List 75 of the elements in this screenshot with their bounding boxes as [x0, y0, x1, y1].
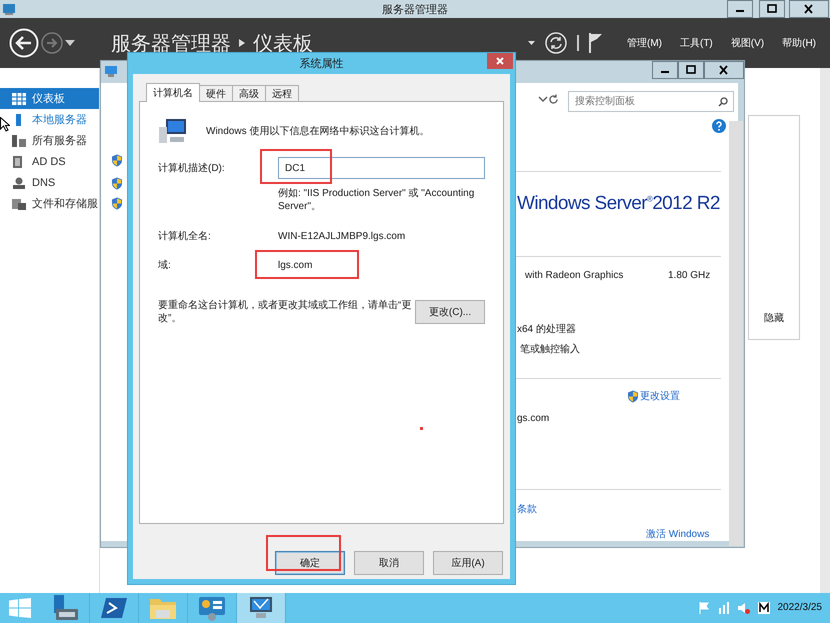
maximize-icon[interactable]	[756, 0, 788, 18]
servers-icon	[12, 134, 26, 146]
breadcrumb-item[interactable]: 服务器管理器	[111, 30, 231, 56]
window-title: 服务器管理器	[381, 2, 449, 16]
shield-icon	[111, 197, 123, 210]
example-text: 例如: "IIS Production Server" 或 "Accounting Server"。	[278, 187, 476, 213]
sidebar-item[interactable]: DNS	[0, 172, 99, 193]
system-icon	[104, 65, 118, 78]
app-icon	[2, 2, 16, 16]
rename-text: 要重命名这台计算机，或者更改其域或工作组，请单击“更改”。	[158, 299, 412, 325]
menu-item[interactable]: 帮助(H)	[782, 36, 816, 50]
intro-text: Windows 使用以下信息在网络中标识这台计算机。	[206, 124, 430, 138]
dialog-button[interactable]: 应用(A)	[433, 551, 503, 575]
minimize-icon[interactable]	[724, 0, 756, 18]
dns-icon	[12, 176, 26, 188]
pen-text: 笔或触控输入	[520, 342, 580, 356]
caret-icon[interactable]	[65, 40, 75, 46]
flag-icon[interactable]	[588, 33, 603, 53]
speed-text: 1.80 GHz	[668, 270, 710, 281]
powershell-icon[interactable]	[99, 595, 129, 621]
dropdown-icon[interactable]	[538, 96, 548, 103]
menu-item[interactable]: 管理(M)	[626, 36, 662, 50]
help-icon[interactable]	[712, 119, 726, 133]
search-icon[interactable]	[718, 97, 728, 107]
sidebar-item[interactable]: 文件和存储服	[0, 193, 99, 214]
caret-icon[interactable]	[528, 41, 535, 45]
separator-icon	[239, 39, 245, 47]
hide-link[interactable]: 隐藏	[764, 311, 784, 325]
activate-link[interactable]: 激活 Windows	[646, 527, 710, 541]
clock-date[interactable]: 2022/3/25	[778, 602, 822, 612]
domain-text: gs.com	[517, 413, 550, 424]
menu-item[interactable]: 视图(V)	[730, 36, 764, 50]
sidebar-item[interactable]: 仪表板	[0, 88, 99, 109]
sidebar-item[interactable]: 所有服务器	[0, 130, 99, 151]
dialog-button[interactable]: 确定	[275, 551, 345, 575]
back-icon[interactable]	[9, 28, 39, 58]
maximize-icon[interactable]	[678, 61, 704, 79]
full-name-value: WIN-E12AJLJMBP9.lgs.com	[278, 230, 406, 242]
search-field[interactable]: 搜索控制面板	[568, 91, 734, 112]
refresh-icon[interactable]	[548, 94, 559, 105]
scrollbar[interactable]	[729, 121, 743, 546]
shield-icon	[627, 390, 639, 402]
minimize-icon[interactable]	[652, 61, 678, 79]
field-label: 计算机描述(D):	[158, 162, 226, 175]
tab[interactable]: 计算机名	[146, 83, 200, 102]
field-label: 计算机全名:	[158, 230, 212, 243]
system-type-text: x64 的处理器	[517, 322, 576, 336]
menu-item[interactable]: 工具(T)	[680, 36, 713, 50]
sidebar-item[interactable]: AD DS	[0, 151, 99, 172]
dialog-title: 系统属性	[300, 56, 344, 71]
change-settings-link[interactable]: 更改设置	[640, 389, 680, 403]
divider-icon	[576, 35, 579, 51]
speaker-icon[interactable]	[738, 602, 750, 614]
close-icon[interactable]	[704, 61, 744, 79]
domain-value: lgs.com	[278, 260, 312, 270]
shield-icon	[111, 154, 123, 167]
scrollbar[interactable]	[820, 68, 830, 593]
tab[interactable]: 远程	[265, 85, 299, 101]
dashboard-icon	[12, 92, 26, 104]
control-panel-icon[interactable]	[197, 595, 227, 621]
license-link[interactable]: 条款	[517, 502, 537, 516]
dialog-button[interactable]: 取消	[354, 551, 424, 575]
shield-icon	[111, 177, 123, 190]
edition-text: Windows Server$^{®}$2012 R2	[517, 193, 720, 215]
tab[interactable]: 高级	[232, 85, 266, 101]
keyboard-icon[interactable]	[758, 602, 770, 614]
taskbar-app[interactable]	[237, 593, 286, 623]
field-label: 域:	[158, 258, 172, 272]
processor-text: with Radeon Graphics	[525, 270, 624, 281]
storage-icon	[12, 198, 26, 210]
change-button[interactable]: 更改(C)...	[415, 300, 485, 324]
start-icon[interactable]	[9, 598, 31, 618]
description-field[interactable]: DC1	[278, 157, 485, 179]
tab[interactable]: 硬件	[199, 85, 233, 101]
close-icon[interactable]	[788, 0, 830, 18]
